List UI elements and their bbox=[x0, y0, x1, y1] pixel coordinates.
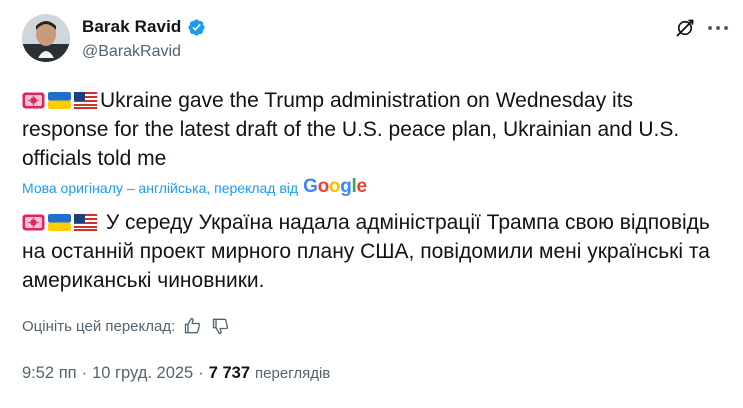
author-handle[interactable]: @BarakRavid bbox=[82, 43, 206, 61]
rate-translation-label: Оцініть цей переклад: bbox=[22, 317, 176, 335]
meta-separator: · bbox=[81, 364, 88, 382]
police-light-emoji bbox=[22, 214, 45, 231]
thumbs-down-icon[interactable] bbox=[211, 316, 231, 336]
grok-icon[interactable] bbox=[675, 18, 695, 38]
police-light-emoji bbox=[22, 92, 45, 109]
tweet-meta: 9:52 пп · 10 груд. 2025 · 7 737 перегляд… bbox=[22, 364, 330, 383]
tweet-original-text: Ukraine gave the Trump administration on… bbox=[22, 86, 722, 173]
tweet-date[interactable]: 10 груд. 2025 bbox=[92, 364, 193, 383]
tweet-time[interactable]: 9:52 пп bbox=[22, 364, 77, 383]
translation-note[interactable]: Мова оригіналу – англійська, переклад ві… bbox=[22, 180, 298, 196]
views-count: 7 737 bbox=[208, 364, 251, 382]
translated-text-body: У середу Україна надала адміністрації Тр… bbox=[22, 211, 710, 292]
translation-attribution: Мова оригіналу – англійська, переклад ві… bbox=[22, 176, 367, 198]
us-flag-emoji bbox=[74, 214, 97, 231]
more-options-icon[interactable] bbox=[708, 20, 728, 36]
google-logo: Google bbox=[303, 176, 367, 197]
original-text-body: Ukraine gave the Trump administration on… bbox=[22, 89, 680, 170]
meta-separator: · bbox=[198, 364, 204, 382]
ukraine-flag-emoji bbox=[48, 214, 71, 231]
thumbs-up-icon[interactable] bbox=[183, 316, 203, 336]
ukraine-flag-emoji bbox=[48, 92, 71, 109]
views-label: переглядів bbox=[255, 365, 331, 382]
author-display-name[interactable]: Barak Ravid bbox=[82, 17, 181, 37]
rate-translation: Оцініть цей переклад: bbox=[22, 315, 231, 337]
us-flag-emoji bbox=[74, 92, 97, 109]
tweet-translated-text: У середу Україна надала адміністрації Тр… bbox=[22, 208, 722, 295]
verified-badge-icon bbox=[188, 18, 205, 36]
avatar[interactable] bbox=[22, 14, 70, 62]
